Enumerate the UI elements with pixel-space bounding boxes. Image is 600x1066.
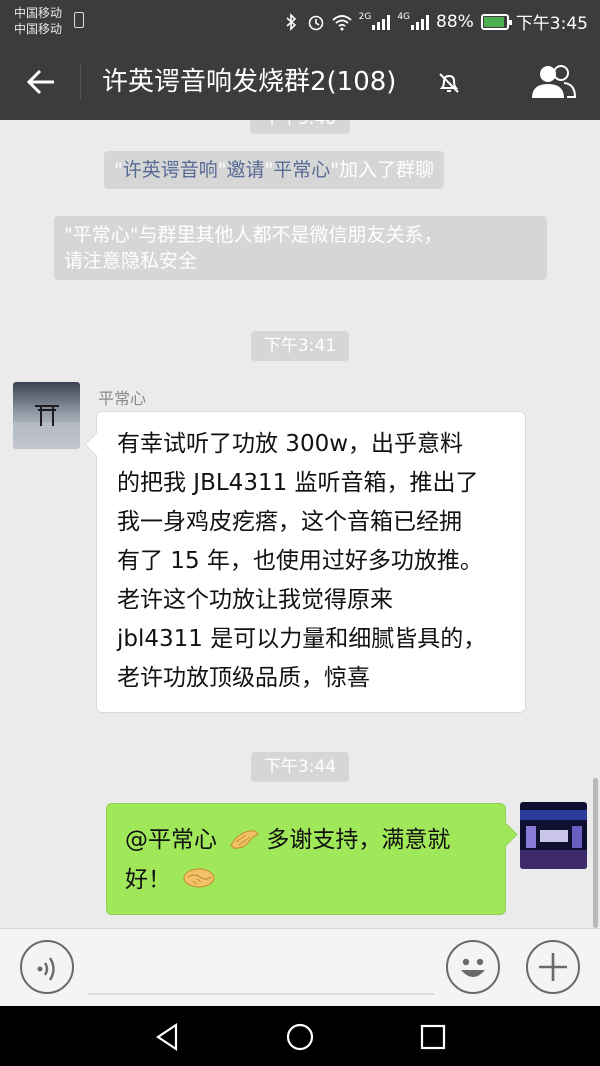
status-bar: 中国移动 中国移动 2G 4G 88% 下午3:45	[0, 0, 600, 42]
message-line: 老许功放顶级品质，惊喜	[117, 665, 370, 691]
group-invite-notice: "许英谔音响"邀请"平常心"加入了群聊	[104, 151, 445, 189]
chat-header: 许英谔音响发烧群2(108)	[0, 42, 600, 120]
message-text: 好！	[125, 867, 171, 893]
clapping-hands-emoji	[230, 830, 259, 849]
nav-back-icon[interactable]	[150, 1020, 184, 1054]
quote-mark: "	[217, 159, 227, 181]
battery-icon	[480, 13, 512, 30]
incoming-message-bubble[interactable]: 有幸试听了功放 300w，出乎意料 的把我 JBL4311 监听音箱，推出了 我…	[96, 411, 526, 713]
message-text: 多谢支持，满意就	[266, 827, 451, 853]
timestamp: 下午3:44	[251, 752, 349, 782]
privacy-line-1: "平常心"与群里其他人都不是微信朋友关系，	[64, 224, 443, 246]
clock: 下午3:45	[515, 14, 588, 34]
battery-percent: 88%	[436, 11, 474, 32]
invite-verb-link[interactable]: 邀请	[227, 159, 265, 181]
avatar-image	[13, 382, 80, 449]
header-divider	[80, 64, 81, 100]
sim-alert-icon	[74, 12, 84, 28]
voice-input-icon	[37, 957, 55, 981]
nav-home-icon[interactable]	[283, 1020, 317, 1054]
my-avatar[interactable]	[520, 802, 587, 869]
arrow-left-icon[interactable]	[22, 62, 62, 102]
privacy-notice: "平常心"与群里其他人都不是微信朋友关系， 请注意隐私安全	[54, 216, 547, 280]
avatar[interactable]	[13, 382, 80, 449]
emoji-button[interactable]	[446, 940, 500, 994]
carrier-labels: 中国移动 中国移动	[14, 5, 62, 37]
carrier-2: 中国移动	[14, 22, 63, 36]
plus-icon	[539, 953, 567, 981]
bell-off-icon	[439, 73, 459, 93]
message-line: jbl4311 是可以力量和细腻皆具的，	[117, 626, 487, 652]
nav-recents-icon[interactable]	[416, 1020, 450, 1054]
quote-mark: "	[330, 159, 340, 181]
voice-input-button[interactable]	[20, 940, 74, 994]
system-nav-bar	[0, 1006, 600, 1066]
chat-title: 许英谔音响发烧群2(108)	[102, 67, 397, 97]
quote-mark: "	[264, 159, 274, 181]
scrollbar[interactable]	[593, 778, 598, 928]
group-people-icon[interactable]	[528, 64, 578, 100]
bluetooth-icon	[286, 12, 296, 31]
inviter-name-link[interactable]: 许英谔音响	[123, 159, 218, 181]
signal-icon-2	[411, 14, 430, 30]
carrier-1: 中国移动	[14, 6, 63, 20]
timestamp: 下午3:41	[251, 331, 349, 361]
smiley-icon	[461, 958, 485, 977]
timestamp-partial: 下午3:40	[250, 120, 350, 134]
network-4g-label: 4G	[397, 11, 411, 22]
quote-mark: "	[114, 159, 123, 181]
alarm-icon	[308, 15, 323, 30]
privacy-line-2: 请注意隐私安全	[64, 250, 198, 272]
handshake-emoji	[183, 868, 215, 888]
message-line: 老许这个功放让我觉得原来	[117, 587, 393, 613]
message-input[interactable]	[88, 993, 434, 995]
outgoing-message-bubble[interactable]: @平常心 多谢支持，满意就 好！	[106, 803, 506, 915]
message-list[interactable]: 下午3:40 "许英谔音响"邀请"平常心"加入了群聊 "平常心"与群里其他人都不…	[0, 120, 600, 928]
network-2g-label: 2G	[358, 11, 372, 22]
invite-suffix: 加入了群聊	[339, 159, 435, 181]
message-line: 有幸试听了功放 300w，出乎意料	[117, 431, 464, 457]
sender-name: 平常心	[98, 389, 147, 408]
signal-icon	[372, 14, 391, 30]
status-icons: 2G 4G 88% 下午3:45	[282, 9, 588, 34]
invitee-name-link[interactable]: 平常心	[273, 159, 330, 181]
input-bar	[0, 928, 600, 1006]
message-line: 有了 15 年，也使用过好多功放推。	[117, 548, 483, 574]
more-button[interactable]	[526, 940, 580, 994]
mention: @平常心	[125, 827, 217, 853]
wifi-icon	[332, 14, 352, 30]
message-line: 的把我 JBL4311 监听音箱，推出了	[117, 470, 479, 496]
message-line: 我一身鸡皮疙瘩，这个音箱已经拥	[117, 509, 462, 535]
avatar-image	[520, 802, 587, 869]
